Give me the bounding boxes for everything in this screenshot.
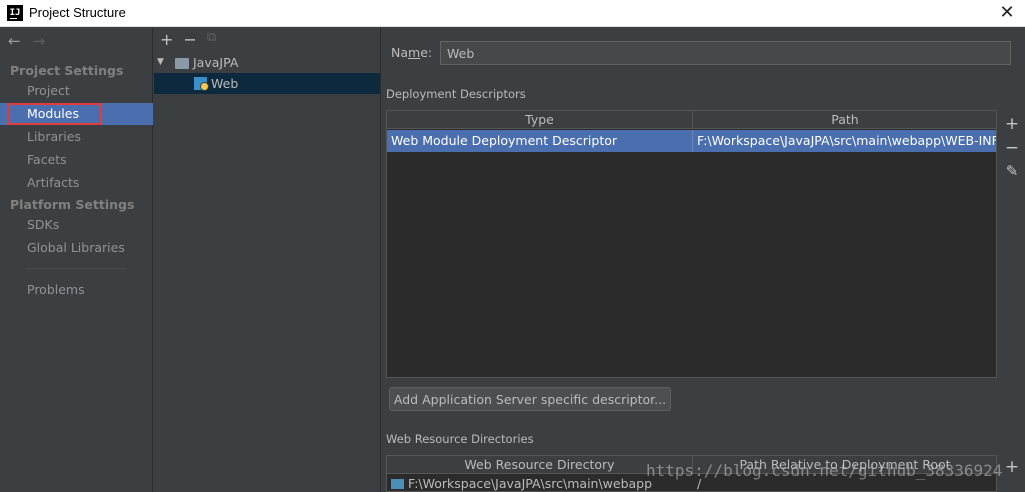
tree-node-label: Web	[211, 76, 239, 91]
close-icon[interactable]: ✕	[997, 3, 1017, 23]
window-title: Project Structure	[29, 5, 126, 20]
resource-toolbar: +	[999, 457, 1025, 477]
add-app-server-descriptor-button[interactable]: Add Application Server specific descript…	[389, 387, 671, 411]
module-folder-icon	[175, 58, 189, 69]
expand-arrow-icon[interactable]: ▼	[157, 52, 164, 73]
sidebar-item-label: Project	[27, 83, 70, 98]
red-highlight-box	[7, 103, 102, 125]
sidebar-divider	[26, 268, 126, 269]
sidebar-item-label: Facets	[27, 152, 67, 167]
sidebar-item-project[interactable]: Project	[0, 80, 153, 102]
add-icon[interactable]: +	[1005, 457, 1019, 477]
edit-pencil-icon[interactable]: ✎	[1006, 162, 1019, 180]
sidebar-item-libraries[interactable]: Libraries	[0, 126, 153, 148]
tree-node-web[interactable]: Web	[154, 73, 380, 94]
modules-panel: + − ⧉ ▼ JavaJPA Web	[154, 28, 381, 492]
platform-settings-header: Platform Settings	[10, 197, 135, 212]
copy-icon[interactable]: ⧉	[207, 30, 216, 50]
facet-settings: Name: Deployment Descriptors Type Path W…	[382, 28, 1025, 492]
name-input[interactable]	[440, 41, 1011, 65]
web-facet-icon	[194, 77, 209, 91]
descriptor-toolbar: + − ✎	[999, 110, 1025, 378]
tree-node-javajpa[interactable]: ▼ JavaJPA	[154, 52, 380, 73]
sidebar-item-label: Artifacts	[27, 175, 80, 190]
table-header: Type Path	[387, 111, 996, 129]
folder-icon	[391, 479, 404, 489]
column-header-path[interactable]: Path	[693, 111, 996, 129]
remove-icon[interactable]: −	[183, 30, 196, 50]
sidebar-item-problems[interactable]: Problems	[0, 279, 153, 301]
column-header-type[interactable]: Type	[387, 111, 693, 129]
sidebar-item-artifacts[interactable]: Artifacts	[0, 172, 153, 194]
deployment-descriptors-title: Deployment Descriptors	[386, 87, 526, 101]
forward-arrow-icon[interactable]: →	[33, 32, 46, 52]
deployment-descriptors-table: Type Path Web Module Deployment Descript…	[386, 110, 997, 378]
tree-node-label: JavaJPA	[193, 55, 239, 70]
sidebar-item-label: Problems	[27, 282, 85, 297]
settings-sidebar: ← → Project Settings Project Modules Lib…	[0, 28, 153, 492]
sidebar-item-label: Libraries	[27, 129, 81, 144]
sidebar-item-sdks[interactable]: SDKs	[0, 214, 153, 236]
remove-icon[interactable]: −	[1005, 138, 1019, 158]
sidebar-item-global-libraries[interactable]: Global Libraries	[0, 237, 153, 259]
web-resource-directories-title: Web Resource Directories	[386, 432, 534, 446]
watermark: https://blog.csdn.net/github_38336924	[646, 461, 1003, 480]
title-bar: IJ Project Structure ✕	[0, 0, 1025, 27]
nav-arrows: ← →	[8, 32, 45, 52]
add-icon[interactable]: +	[1005, 114, 1019, 134]
add-icon[interactable]: +	[160, 30, 173, 50]
sidebar-item-modules[interactable]: Modules	[0, 103, 153, 125]
cell-type: Web Module Deployment Descriptor	[387, 130, 693, 152]
sidebar-item-label: SDKs	[27, 217, 60, 232]
sidebar-item-facets[interactable]: Facets	[0, 149, 153, 171]
project-settings-header: Project Settings	[10, 63, 124, 78]
table-row[interactable]: Web Module Deployment Descriptor F:\Work…	[387, 130, 996, 152]
cell-path: F:\Workspace\JavaJPA\src\main\webapp\WEB…	[693, 130, 996, 152]
intellij-app-icon: IJ	[7, 5, 23, 21]
sidebar-item-label: Global Libraries	[27, 240, 125, 255]
name-label: Name:	[391, 45, 433, 60]
back-arrow-icon[interactable]: ←	[8, 32, 21, 52]
modules-toolbar: + − ⧉	[160, 30, 216, 50]
